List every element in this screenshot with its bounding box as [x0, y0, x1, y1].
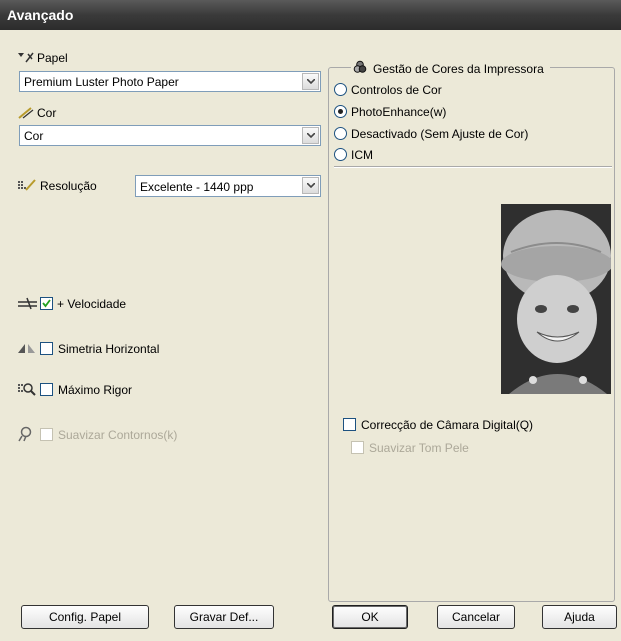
radio-color-controls-label: Controlos de Cor: [351, 83, 442, 97]
radio-photoenhance[interactable]: [334, 105, 347, 118]
color-label: Cor: [37, 106, 57, 120]
finest-label: Máximo Rigor: [58, 383, 133, 397]
smooth-skin-tone-label: Suavizar Tom Pele: [369, 441, 469, 455]
radio-off-no-color-adjust[interactable]: [334, 127, 347, 140]
resolution-icon: [18, 179, 36, 191]
radio-off-no-color-adjust-label: Desactivado (Sem Ajuste de Cor): [351, 127, 529, 141]
color-management-title: Gestão de Cores da Impressora: [373, 62, 544, 76]
divider: [334, 166, 612, 168]
radio-icm[interactable]: [334, 148, 347, 161]
paper-config-button[interactable]: Config. Papel: [21, 605, 149, 629]
cancel-button[interactable]: Cancelar: [437, 605, 515, 629]
color-select-value: Cor: [24, 129, 44, 143]
radio-photoenhance-label: PhotoEnhance(w): [351, 105, 447, 119]
radio-selected-dot: [338, 109, 343, 114]
resolution-select-value: Excelente - 1440 ppp: [140, 180, 254, 194]
smooth-edges-checkbox: [40, 428, 53, 441]
radio-icm-label: ICM: [351, 148, 373, 162]
speed-checkbox[interactable]: [40, 297, 53, 310]
mirror-checkbox[interactable]: [40, 342, 53, 355]
smooth-edges-label: Suavizar Contornos(k): [58, 428, 178, 442]
digital-camera-correction-checkbox[interactable]: [343, 418, 356, 431]
speed-icon: [18, 297, 37, 310]
window-title: Avançado: [7, 7, 74, 23]
color-icon: [18, 107, 34, 119]
paper-select[interactable]: Premium Luster Photo Paper: [19, 71, 321, 92]
radio-color-controls[interactable]: [334, 83, 347, 96]
sample-photo-preview: [501, 204, 611, 394]
color-select[interactable]: Cor: [19, 125, 321, 146]
chevron-down-icon[interactable]: [302, 177, 319, 194]
color-management-icon: [353, 60, 367, 73]
speed-label: + Velocidade: [57, 297, 127, 311]
mirror-icon: [18, 344, 35, 353]
digital-camera-correction-label: Correcção de Câmara Digital(Q): [361, 418, 534, 432]
save-settings-button[interactable]: Gravar Def...: [174, 605, 274, 629]
resolution-label: Resolução: [40, 179, 97, 193]
chevron-down-icon[interactable]: [302, 127, 319, 144]
finest-detail-icon: [18, 383, 36, 396]
paper-icon: [18, 52, 34, 63]
smooth-edges-icon: [18, 426, 32, 442]
paper-label: Papel: [37, 51, 68, 65]
finest-checkbox[interactable]: [40, 383, 53, 396]
paper-select-value: Premium Luster Photo Paper: [24, 75, 179, 89]
chevron-down-icon[interactable]: [302, 73, 319, 90]
smooth-skin-tone-checkbox: [351, 441, 364, 454]
mirror-label: Simetria Horizontal: [58, 342, 160, 356]
ok-button[interactable]: OK: [332, 605, 408, 629]
title-bar: Avançado: [0, 0, 621, 30]
color-management-title-wrap: Gestão de Cores da Impressora: [351, 59, 550, 77]
help-button[interactable]: Ajuda: [542, 605, 617, 629]
resolution-select[interactable]: Excelente - 1440 ppp: [135, 175, 321, 197]
